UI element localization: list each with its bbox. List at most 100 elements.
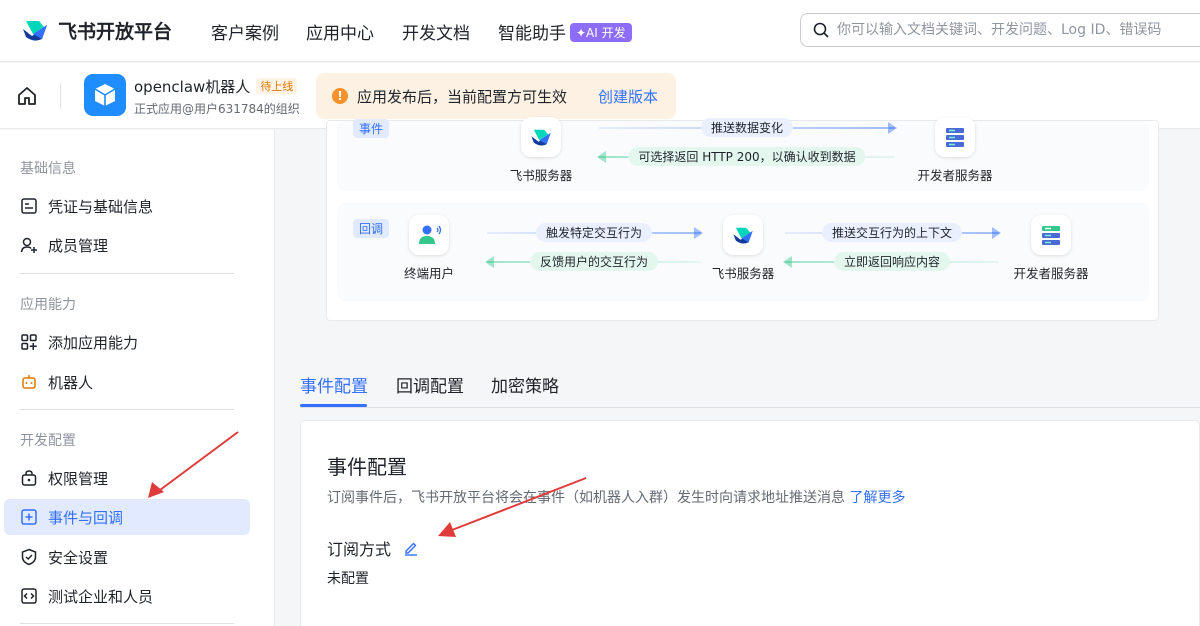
sidebar-item-security[interactable]: 安全设置 (4, 539, 250, 575)
subscribe-method-value: 未配置 (327, 571, 369, 587)
sidebar-item-label: 成员管理 (48, 236, 109, 255)
tab-underline (300, 404, 367, 407)
shield-icon (21, 548, 37, 566)
arrow-reply-200: 可选择返回 HTTP 200，以确认收到数据 (597, 147, 895, 167)
tab-event-config[interactable]: 事件配置 (300, 372, 368, 397)
node-label: 开发者服务器 (1013, 266, 1089, 281)
nav-assistant-label: 智能助手 (498, 24, 566, 44)
app-avatar (84, 74, 126, 116)
create-version-link[interactable]: 创建版本 (598, 86, 658, 107)
nav-app-center[interactable]: 应用中心 (306, 19, 374, 44)
sidebar-item-credentials[interactable]: 凭证与基础信息 (4, 188, 250, 224)
lock-icon (21, 470, 37, 486)
main-content: 事件 飞书服务器 推送数据变化 可选择返回 HTTP 200，以确认收到数据 开… (276, 117, 1200, 626)
brand-logo[interactable]: 飞书开放平台 (20, 15, 172, 45)
id-card-icon (21, 198, 37, 214)
app-subtitle: 正式应用@用户631784的组织 (134, 102, 300, 116)
sidebar-item-members[interactable]: 成员管理 (4, 227, 250, 263)
sidebar-item-add-capability[interactable]: 添加应用能力 (4, 324, 250, 360)
sidebar: 基础信息 凭证与基础信息 成员管理 应用能力 添加应用能力 机器人 开发配置 权… (0, 130, 275, 626)
description-text: 订阅事件后，飞书开放平台将会在事件（如机器人入群）发生时向请求地址推送消息 (327, 490, 845, 506)
section-description: 订阅事件后，飞书开放平台将会在事件（如机器人入群）发生时向请求地址推送消息 了解… (327, 487, 905, 507)
node-dev-server: 开发者服务器 (895, 117, 1015, 184)
server-icon (935, 117, 975, 157)
subscribe-method-label: 订阅方式 (327, 536, 419, 560)
nav-dev-docs[interactable]: 开发文档 (402, 19, 470, 44)
divider (20, 623, 234, 624)
sidebar-item-test-org[interactable]: 测试企业和人员 (4, 578, 250, 614)
event-flow: 事件 飞书服务器 推送数据变化 可选择返回 HTTP 200，以确认收到数据 开… (337, 117, 1149, 191)
edit-icon[interactable] (403, 540, 419, 556)
arrow-trigger: 触发特定交互行为 (487, 223, 703, 243)
sidebar-item-events-callbacks[interactable]: 事件与回调 (4, 499, 250, 535)
home-icon[interactable] (16, 85, 38, 107)
code-icon (21, 588, 37, 604)
callback-flow: 回调 终端用户 触发特定交互行为 反馈用户的交互行为 飞书服务器 推送交互行为的… (337, 203, 1149, 301)
arrow-label: 立即返回响应内容 (833, 252, 951, 271)
event-add-icon (21, 509, 37, 525)
ai-badge: ✦AI 开发 (570, 23, 632, 42)
sidebar-item-label: 测试企业和人员 (48, 587, 154, 606)
arrow-label: 可选择返回 HTTP 200，以确认收到数据 (628, 147, 866, 166)
feishu-icon (723, 215, 763, 255)
warning-icon: ! (332, 88, 348, 104)
sidebar-group-capability: 应用能力 (20, 297, 76, 313)
sidebar-item-label: 机器人 (48, 373, 94, 392)
arrow-label: 推送交互行为的上下文 (821, 223, 963, 242)
divider (20, 273, 234, 274)
node-dev-server: 开发者服务器 (991, 215, 1111, 282)
search-icon (813, 22, 829, 38)
brand-name: 飞书开放平台 (58, 20, 173, 43)
search-box[interactable] (800, 13, 1200, 47)
arrow-label: 触发特定交互行为 (535, 223, 653, 242)
feishu-icon (521, 117, 561, 157)
feishu-logo-icon (23, 21, 47, 41)
divider (60, 83, 61, 109)
add-user-icon (20, 237, 37, 253)
sidebar-item-label: 事件与回调 (48, 508, 124, 527)
sidebar-item-bot[interactable]: 机器人 (4, 364, 250, 400)
nav-customer-cases[interactable]: 客户案例 (211, 19, 279, 44)
arrow-push-context: 推送交互行为的上下文 (785, 223, 1001, 243)
event-tag: 事件 (353, 119, 390, 138)
node-label: 开发者服务器 (917, 168, 993, 183)
sidebar-item-label: 凭证与基础信息 (48, 197, 154, 216)
top-nav: 飞书开放平台 客户案例 应用中心 开发文档 智能助手 ✦AI 开发 (0, 0, 1200, 62)
node-label: 终端用户 (403, 266, 454, 281)
arrow-reply: 立即返回响应内容 (783, 252, 999, 272)
node-end-user: 终端用户 (369, 215, 489, 282)
app-name: openclaw机器人 待上线 (134, 76, 298, 97)
notice-text: 应用发布后，当前配置方可生效 (357, 88, 568, 106)
cube-icon (94, 84, 116, 106)
arrow-label: 推送数据变化 (700, 118, 794, 137)
publish-notice: ! 应用发布后，当前配置方可生效 创建版本 (316, 73, 676, 119)
tab-encryption[interactable]: 加密策略 (491, 372, 559, 397)
sidebar-item-label: 权限管理 (48, 469, 109, 488)
subscribe-method-text: 订阅方式 (327, 540, 392, 559)
grid-add-icon (21, 334, 37, 350)
sidebar-item-permissions[interactable]: 权限管理 (4, 460, 250, 496)
robot-icon (22, 375, 36, 389)
flow-diagram: 事件 飞书服务器 推送数据变化 可选择返回 HTTP 200，以确认收到数据 开… (326, 117, 1159, 321)
search-input[interactable] (837, 18, 1200, 42)
sidebar-group-dev: 开发配置 (20, 433, 76, 449)
learn-more-link[interactable]: 了解更多 (849, 490, 905, 506)
config-tabs: 事件配置 回调配置 加密策略 (300, 358, 1200, 408)
server-icon (1031, 215, 1071, 255)
nav-assistant[interactable]: 智能助手 ✦AI 开发 (498, 19, 632, 44)
status-badge: 待上线 (256, 78, 298, 94)
app-name-text: openclaw机器人 (134, 78, 251, 96)
node-label: 飞书服务器 (509, 168, 573, 183)
tab-callback-config[interactable]: 回调配置 (396, 372, 464, 397)
node-feishu-server: 飞书服务器 (481, 117, 601, 184)
arrow-label: 反馈用户的交互行为 (529, 252, 659, 271)
section-title: 事件配置 (327, 455, 407, 479)
user-icon (409, 215, 449, 255)
sidebar-group-basic: 基础信息 (20, 161, 76, 177)
arrow-feedback: 反馈用户的交互行为 (485, 252, 701, 272)
event-config-card: 事件配置 订阅事件后，飞书开放平台将会在事件（如机器人入群）发生时向请求地址推送… (300, 420, 1200, 626)
sidebar-item-label: 安全设置 (48, 548, 109, 567)
divider (20, 409, 234, 410)
arrow-push-data: 推送数据变化 (599, 118, 897, 138)
sidebar-item-label: 添加应用能力 (48, 333, 139, 352)
